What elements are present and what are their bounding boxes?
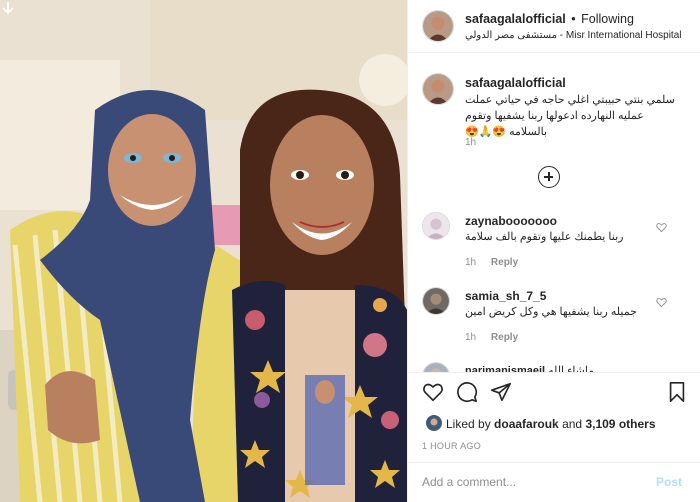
caption-username[interactable]: safaagalalofficial [465, 76, 566, 90]
post-photo-illustration [0, 0, 407, 502]
arrow-down-icon [2, 2, 14, 15]
heart-icon[interactable] [422, 381, 444, 403]
comment-time[interactable]: 1h [465, 332, 476, 343]
likes-summary: Liked by doaafarouk and 3,109 others [446, 417, 656, 431]
comment-input[interactable] [422, 475, 642, 489]
header-title-line: safaagalalofficial • Following [465, 12, 634, 26]
post-location[interactable]: مستشفى مصر الدولي - Misr International H… [465, 30, 682, 41]
likes-count-link[interactable]: 3,109 others [585, 417, 655, 431]
plus-circle-icon[interactable] [538, 166, 560, 188]
comment-text: جميله ربنا يشفيها هي وكل كريض امين [465, 306, 637, 318]
author-username[interactable]: safaagalalofficial [465, 12, 566, 26]
reply-button[interactable]: Reply [491, 257, 518, 268]
comment-username[interactable]: zaynabooooooo [465, 214, 557, 228]
paper-plane-icon[interactable] [490, 381, 512, 403]
comment-meta: 1h Reply [465, 257, 518, 268]
heart-icon[interactable] [656, 297, 667, 308]
reply-button[interactable]: Reply [491, 332, 518, 343]
post-comment-button[interactable]: Post [656, 475, 682, 489]
likes-and: and [562, 417, 583, 431]
post-photo[interactable] [0, 0, 407, 502]
comment-time[interactable]: 1h [465, 257, 476, 268]
caption-text: سلمي بنتي حبيبتي اغلي حاجه في حياتي عملت… [465, 94, 675, 138]
heart-icon[interactable] [656, 222, 667, 233]
comment-text: ربنا يطمنك عليها وتقوم بالف سلامة [465, 231, 624, 243]
comment-bar: Post [408, 462, 700, 502]
liker-avatar[interactable] [426, 415, 442, 431]
comment-bubble-icon[interactable] [456, 381, 478, 403]
likes-prefix: Liked by [446, 417, 491, 431]
liker-username[interactable]: doaafarouk [494, 417, 559, 431]
post-side-panel: safaagalalofficial • Following مستشفى مص… [407, 0, 700, 502]
action-bar: Liked by doaafarouk and 3,109 others 1 H… [408, 372, 700, 462]
comment-username[interactable]: samia_sh_7_5 [465, 289, 546, 303]
caption-time[interactable]: 1h [465, 137, 476, 148]
bookmark-icon[interactable] [666, 381, 688, 403]
post-timestamp[interactable]: 1 HOUR AGO [422, 441, 481, 451]
separator-dot: • [571, 12, 576, 26]
caption-avatar[interactable] [422, 73, 454, 105]
post-header: safaagalalofficial • Following مستشفى مص… [408, 0, 700, 53]
follow-status-button[interactable]: Following [581, 12, 634, 26]
comment-meta: 1h Reply [465, 332, 518, 343]
author-avatar[interactable] [422, 10, 454, 42]
commenter-avatar[interactable] [422, 212, 450, 240]
commenter-avatar[interactable] [422, 287, 450, 315]
